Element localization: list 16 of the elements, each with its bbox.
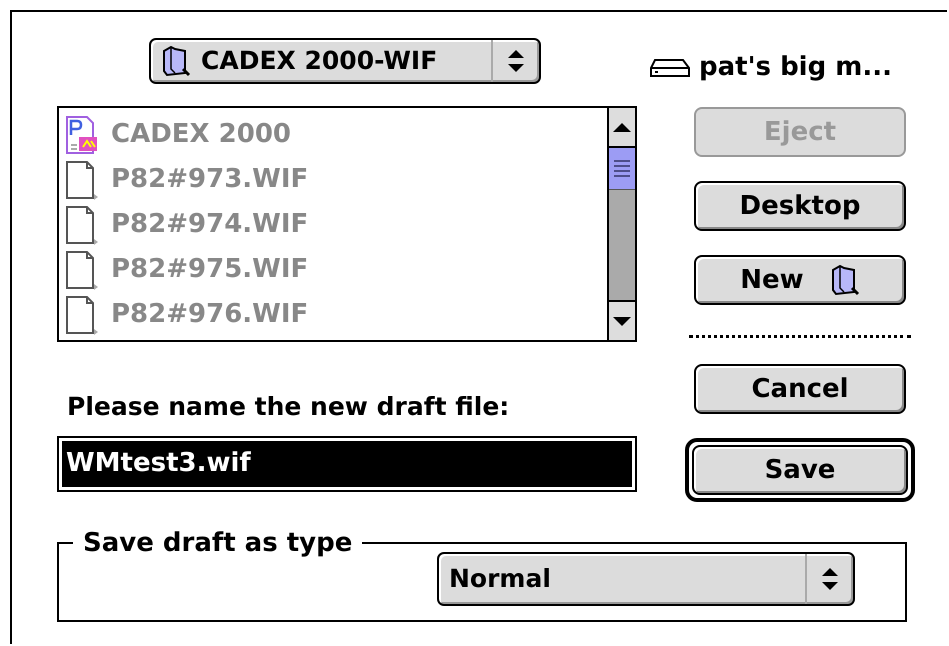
file-item: P82#976.WIF bbox=[59, 292, 607, 337]
file-item: P82#975.WIF bbox=[59, 247, 607, 292]
file-item: P82#974.WIF bbox=[59, 202, 607, 247]
dialog-button[interactable]: Desktop bbox=[694, 181, 906, 231]
filename-field[interactable]: WMtest3.wif bbox=[57, 436, 637, 492]
dialog-button[interactable]: Cancel bbox=[694, 364, 906, 414]
prompt-label: Please name the new draft file: bbox=[67, 391, 510, 423]
file-item: CADEX 2000 bbox=[59, 112, 607, 157]
dialog-button[interactable]: Save bbox=[692, 445, 908, 495]
disk-name: pat's big m... bbox=[699, 51, 892, 84]
folder-name: CADEX 2000-WIF bbox=[201, 45, 438, 78]
dialog-button[interactable]: New bbox=[694, 255, 906, 305]
dialog-button: Eject bbox=[694, 107, 906, 157]
type-popup[interactable]: Normal bbox=[437, 552, 855, 606]
file-item: P82#973.WIF bbox=[59, 157, 607, 202]
folder-popup[interactable]: CADEX 2000-WIF bbox=[149, 38, 541, 84]
